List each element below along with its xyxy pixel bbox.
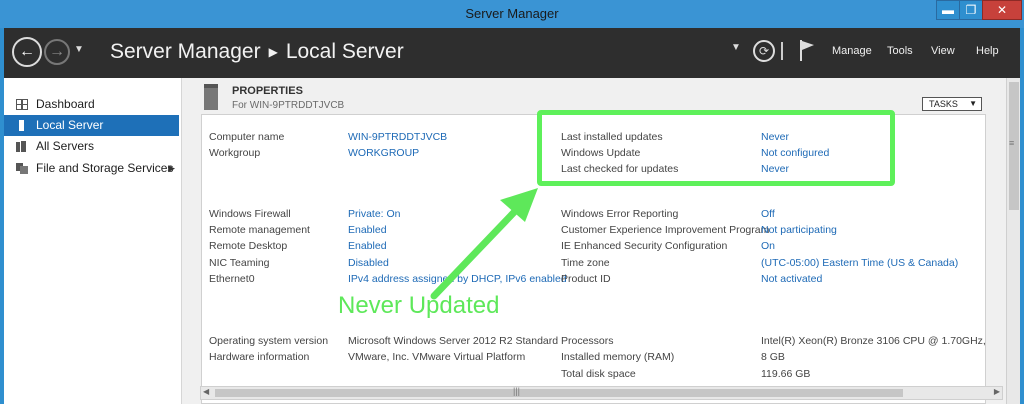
annotation-text: Never Updated [338, 292, 500, 319]
annotation-arrow-icon [430, 188, 538, 300]
